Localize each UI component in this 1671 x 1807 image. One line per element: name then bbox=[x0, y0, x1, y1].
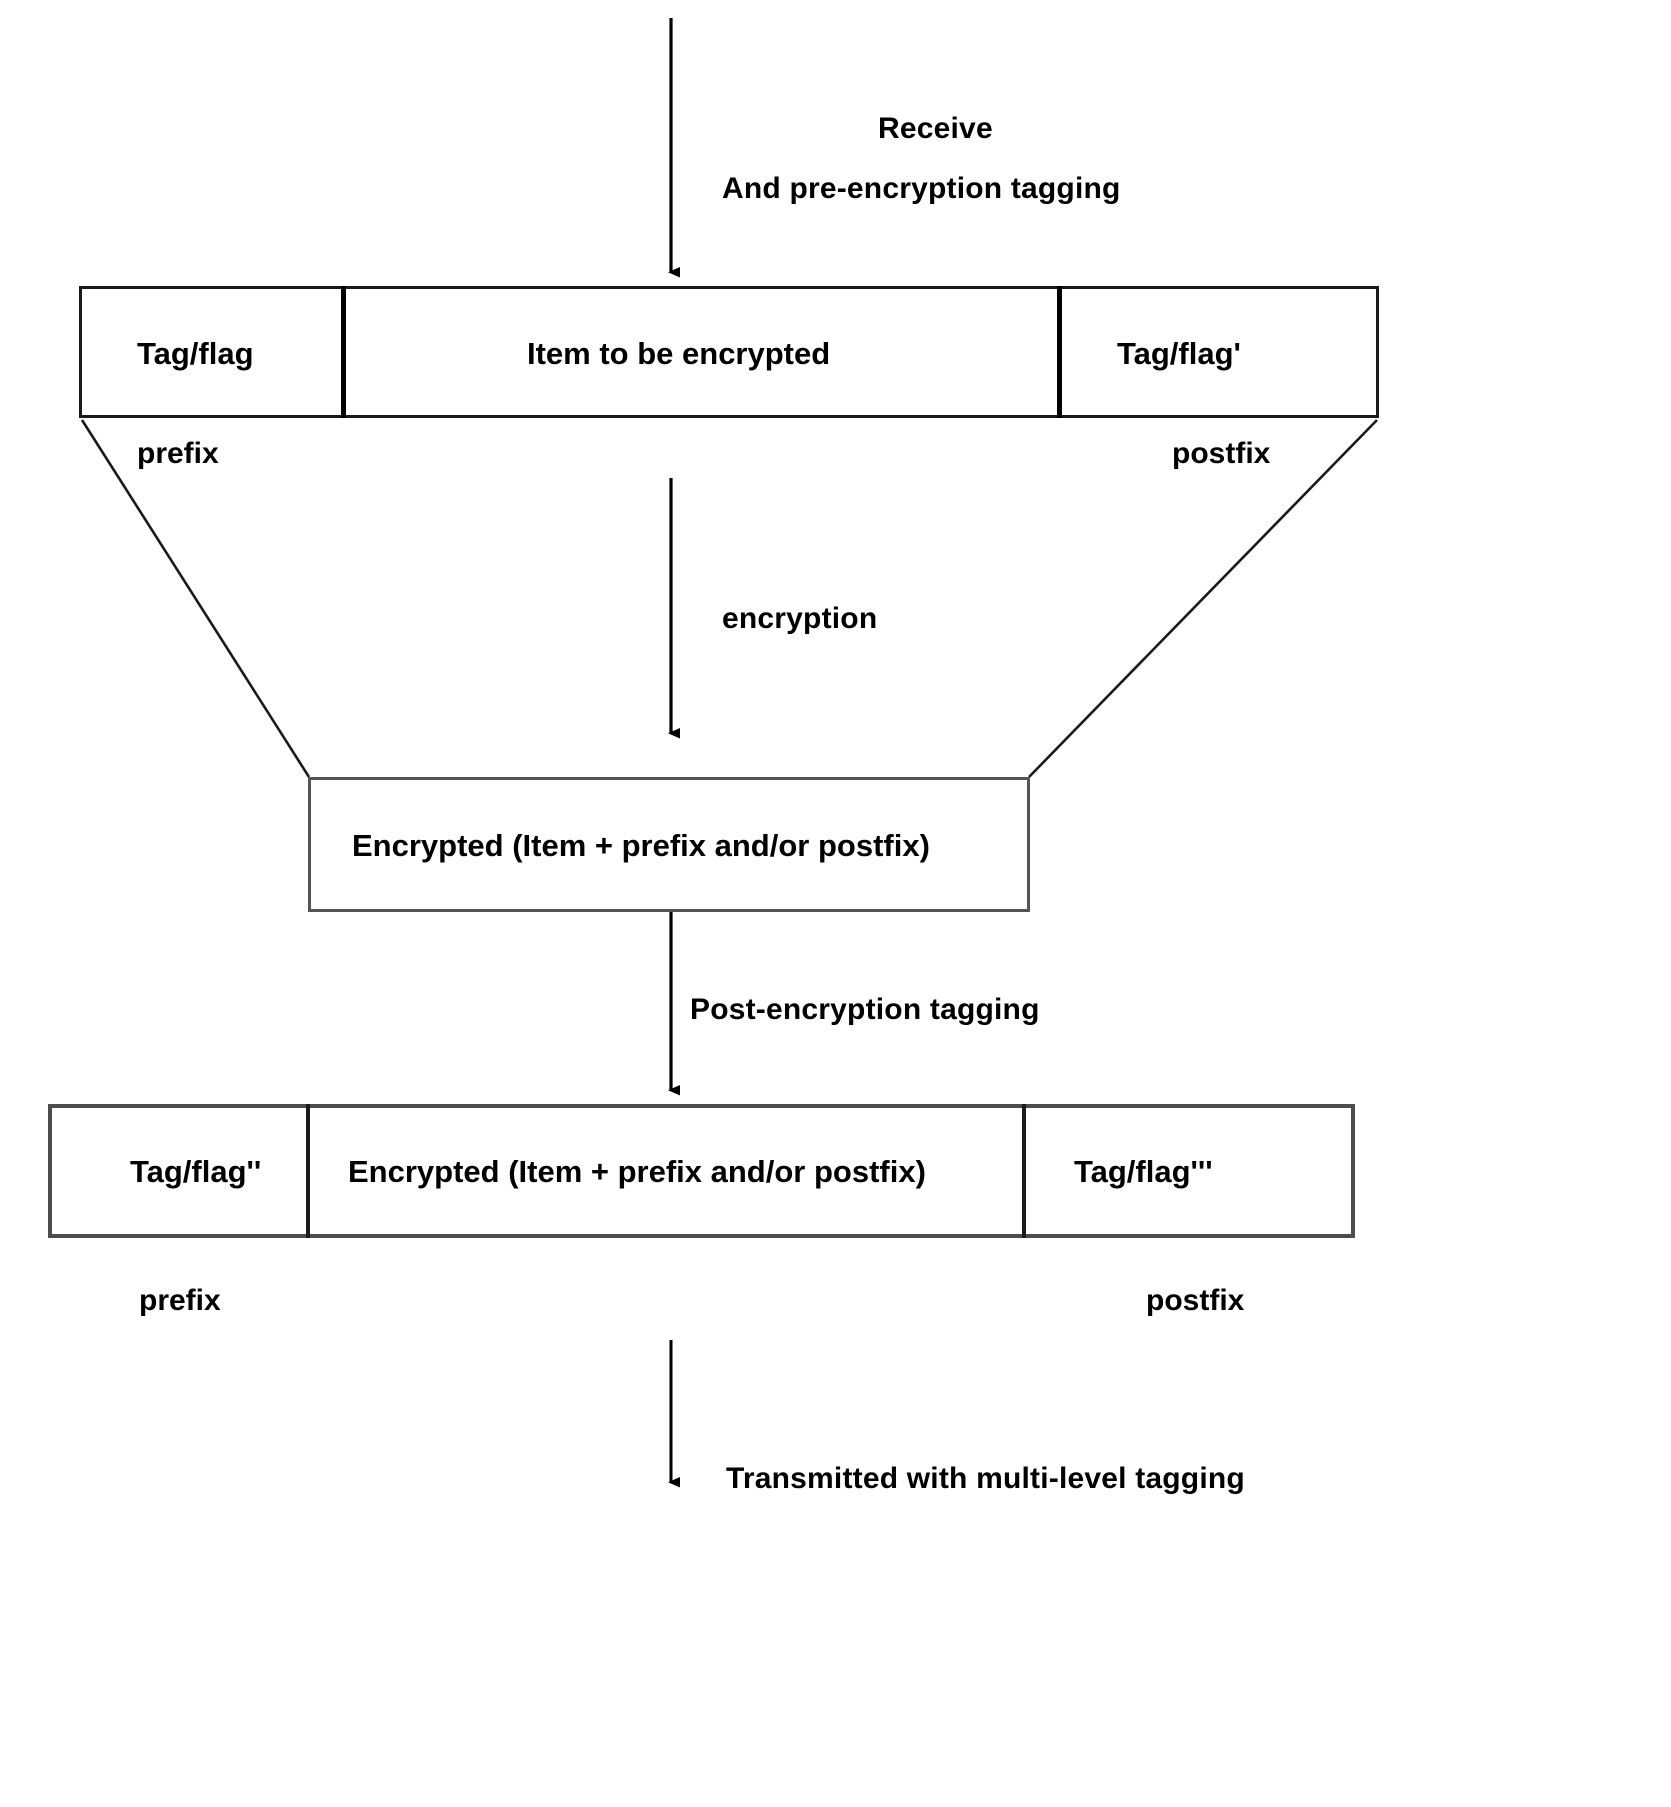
pre-encryption-postfix-caption: postfix bbox=[1172, 437, 1271, 470]
label-encryption: encryption bbox=[722, 602, 878, 635]
pre-encryption-divider-right bbox=[1057, 286, 1062, 418]
post-encryption-postfix-caption: postfix bbox=[1146, 1284, 1245, 1317]
post-encryption-divider-right bbox=[1022, 1104, 1026, 1238]
post-encryption-divider-left bbox=[306, 1104, 310, 1238]
pre-encryption-postfix-tag-label: Tag/flag' bbox=[1117, 336, 1241, 371]
funnel-right-edge bbox=[1028, 419, 1378, 778]
post-encryption-payload-label: Encrypted (Item + prefix and/or postfix) bbox=[348, 1154, 926, 1189]
pre-encryption-divider-left bbox=[341, 286, 346, 418]
pre-encryption-prefix-tag-label: Tag/flag bbox=[137, 336, 254, 371]
label-post-encryption-tagging: Post-encryption tagging bbox=[690, 993, 1040, 1026]
funnel-left-edge bbox=[80, 419, 311, 778]
label-pre-encryption-tagging: And pre-encryption tagging bbox=[722, 172, 1121, 205]
post-encryption-prefix-tag-label: Tag/flag'' bbox=[130, 1154, 262, 1189]
pre-encryption-payload-label: Item to be encrypted bbox=[527, 336, 831, 371]
post-encryption-postfix-tag-label: Tag/flag''' bbox=[1074, 1154, 1213, 1189]
encrypted-payload-label: Encrypted (Item + prefix and/or postfix) bbox=[352, 828, 930, 863]
pre-encryption-prefix-caption: prefix bbox=[137, 437, 219, 470]
label-receive: Receive bbox=[878, 112, 993, 145]
diagram-canvas: Receive And pre-encryption tagging Tag/f… bbox=[0, 0, 1671, 1807]
label-transmitted: Transmitted with multi-level tagging bbox=[726, 1462, 1245, 1495]
post-encryption-prefix-caption: prefix bbox=[139, 1284, 221, 1317]
